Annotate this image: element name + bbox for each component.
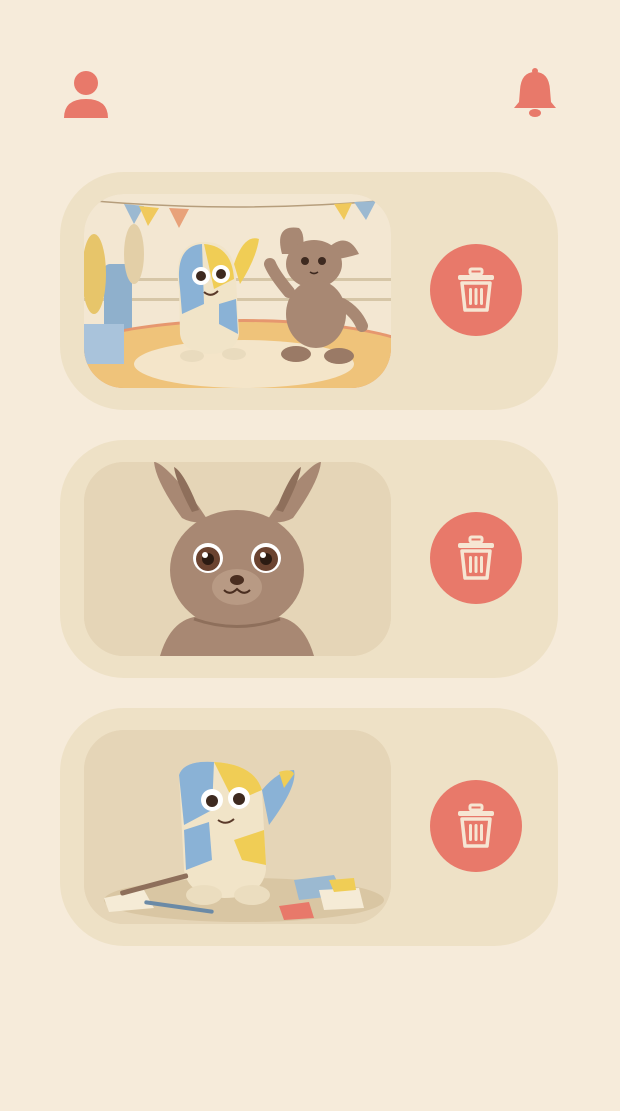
profile-icon[interactable]	[60, 66, 112, 122]
thumbnail-image-dancing-friends[interactable]	[84, 194, 391, 388]
delete-button[interactable]	[430, 512, 522, 604]
notification-bell-icon[interactable]	[510, 66, 560, 122]
top-bar	[0, 0, 620, 140]
thumbnail-image-bunny-portrait[interactable]	[84, 462, 391, 656]
media-card	[60, 708, 558, 946]
trash-icon	[458, 803, 494, 848]
thumbnail-image-painted-monster[interactable]	[84, 730, 391, 924]
delete-button[interactable]	[430, 780, 522, 872]
trash-icon	[458, 267, 494, 312]
delete-button[interactable]	[430, 244, 522, 336]
media-card	[60, 172, 558, 410]
trash-icon	[458, 535, 494, 580]
media-card	[60, 440, 558, 678]
